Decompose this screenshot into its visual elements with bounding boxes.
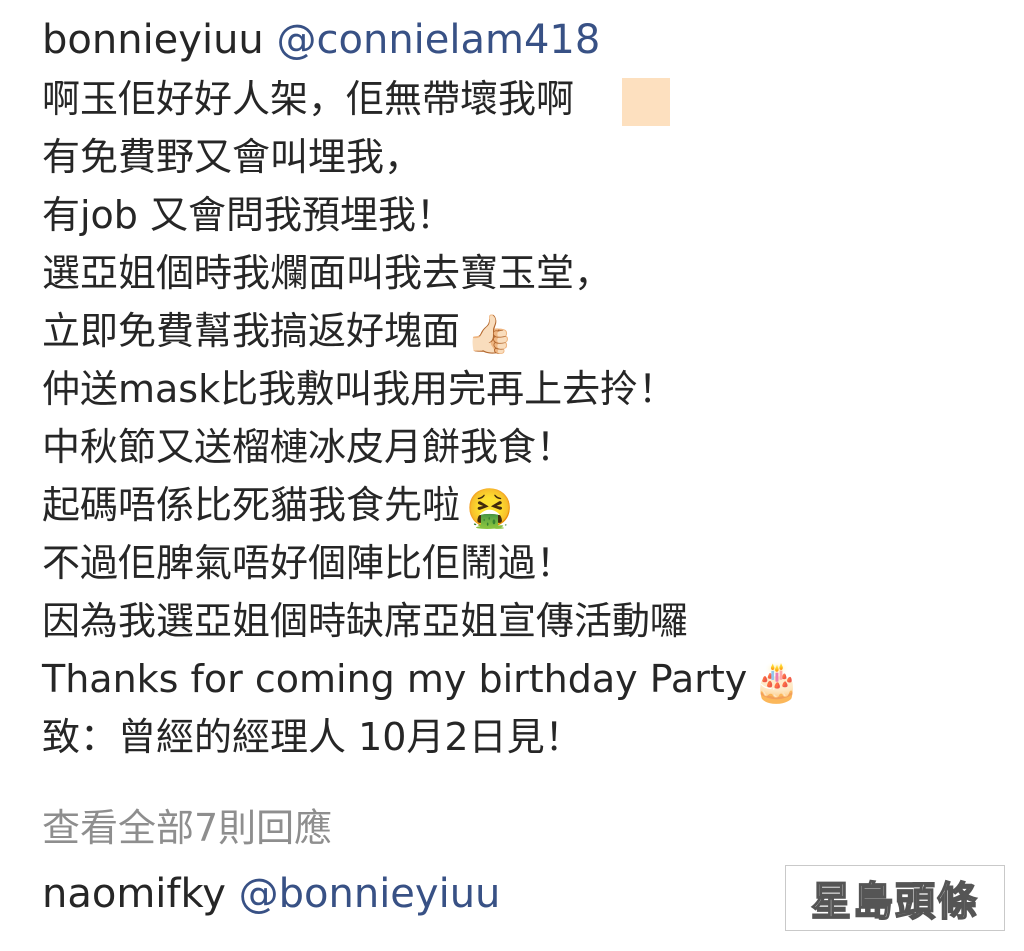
- birthday-cake-icon: 🎂: [753, 659, 801, 704]
- comment-line: 有job 又會問我預埋我！: [42, 193, 455, 237]
- comment-line: 選亞姐個時我爛面叫我去寶玉堂，: [42, 251, 613, 295]
- thumbs-up-icon: 👍🏻: [466, 311, 514, 356]
- reply-header: naomifky @bonnieyiuu: [42, 866, 500, 922]
- comment-line: 立即免費幫我搞返好塊面 👍🏻: [42, 302, 1002, 360]
- comment-line: 有免費野又會叫埋我，: [42, 135, 423, 179]
- vomiting-face-icon: 🤮: [466, 485, 514, 530]
- comment-line: 不過佢脾氣唔好個陣比佢鬧過！: [42, 541, 575, 585]
- comment-body: 啊玉佢好好人架，佢無帶壞我啊 有免費野又會叫埋我， 有job 又會問我預埋我！ …: [42, 70, 1002, 766]
- comment-line: 仲送mask比我敷叫我用完再上去拎！: [42, 367, 677, 411]
- comment-mention[interactable]: @connielam418: [277, 17, 601, 63]
- comment-line: 中秋節又送榴槤冰皮月餅我食！: [42, 425, 575, 469]
- comment-line: 致：曾經的經理人 10月2日見！: [42, 715, 583, 759]
- reply-username[interactable]: naomifky: [42, 871, 226, 917]
- comment-username[interactable]: bonnieyiuu: [42, 17, 264, 63]
- watermark-logo: 星島頭條: [785, 865, 1005, 931]
- reply-mention[interactable]: @bonnieyiuu: [239, 871, 501, 917]
- watermark-text: 星島頭條: [810, 878, 979, 926]
- comment-line: 啊玉佢好好人架，佢無帶壞我啊: [42, 70, 1002, 128]
- comment-line: Thanks for coming my birthday Party 🎂: [42, 650, 1002, 708]
- comment-line: 起碼唔係比死貓我食先啦 🤮: [42, 476, 1002, 534]
- skin-tone-swatch-icon: [622, 77, 671, 126]
- comment-line: 因為我選亞姐個時缺席亞姐宣傳活動囉: [42, 599, 689, 643]
- view-all-replies-link[interactable]: 查看全部7則回應: [42, 800, 332, 856]
- comment-header: bonnieyiuu @connielam418: [42, 14, 600, 66]
